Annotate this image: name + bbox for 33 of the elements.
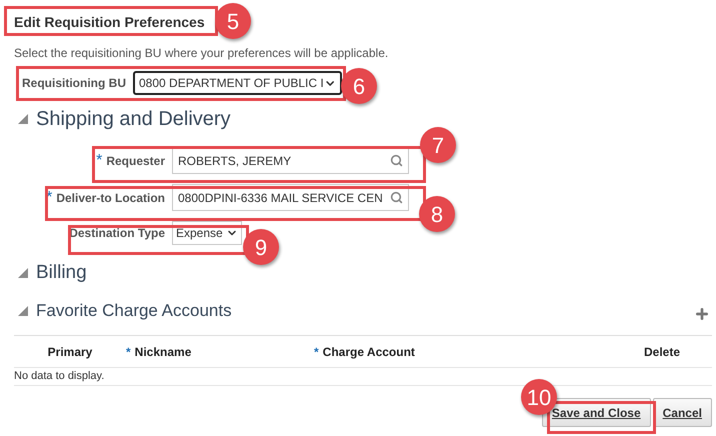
- step-badge: 5: [215, 3, 251, 39]
- step-badge: 9: [243, 229, 279, 265]
- section-heading: Billing: [36, 261, 87, 285]
- search-icon[interactable]: [390, 154, 403, 167]
- field-label: Requester: [106, 152, 165, 170]
- column-header: Charge Account: [322, 344, 415, 360]
- required-marker: *: [314, 344, 319, 360]
- section-heading: Favorite Charge Accounts: [36, 300, 232, 322]
- required-marker: *: [96, 150, 102, 170]
- empty-table-text: No data to display.: [14, 369, 104, 384]
- search-field[interactable]: 0800DPINI-6336 MAIL SERVICE CEN: [172, 184, 409, 211]
- field-label: Requisitioning BU: [22, 75, 126, 92]
- step-badge: 7: [420, 127, 456, 163]
- page-title: Edit Requisition Preferences: [14, 14, 205, 30]
- column-header: Delete: [644, 344, 680, 360]
- search-field[interactable]: ROBERTS, JEREMY: [172, 147, 409, 174]
- instruction-text: Select the requisitioning BU where your preferences will be applicable.: [14, 46, 388, 60]
- step-badge: 6: [341, 68, 377, 104]
- step-badge: 8: [419, 196, 455, 232]
- section-heading: Shipping and Delivery: [36, 107, 231, 131]
- add-icon[interactable]: [694, 306, 710, 322]
- collapse-icon[interactable]: [18, 306, 28, 316]
- collapse-icon[interactable]: [18, 114, 28, 124]
- destination-select[interactable]: Expense: [172, 221, 242, 245]
- column-header: Primary: [48, 344, 92, 360]
- required-marker: *: [126, 344, 131, 360]
- collapse-icon[interactable]: [18, 268, 28, 278]
- search-icon[interactable]: [390, 191, 403, 204]
- field-label: Deliver-to Location: [56, 190, 165, 206]
- column-header: Nickname: [134, 344, 192, 360]
- field-label: Destination Type: [69, 225, 165, 242]
- cancel-button[interactable]: Cancel: [652, 398, 712, 427]
- bu-select[interactable]: 0800 DEPARTMENT OF PUBLIC I: [133, 71, 342, 95]
